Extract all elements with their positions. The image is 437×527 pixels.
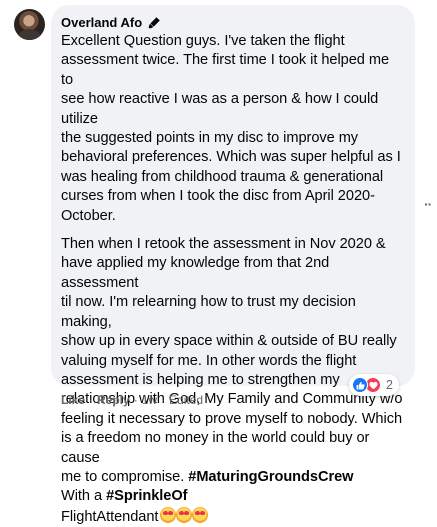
timestamp[interactable]: 1w bbox=[142, 393, 157, 407]
flight-attendant-text: FlightAttendant bbox=[61, 508, 159, 525]
author-name[interactable]: Overland Afo bbox=[61, 15, 142, 30]
separator: · bbox=[161, 393, 166, 407]
author-row: Overland Afo bbox=[61, 14, 403, 31]
with-text: With a bbox=[61, 488, 107, 505]
paragraph-2-text: Then when I retook the assessment in Nov… bbox=[61, 236, 403, 485]
comment-bubble: Overland Afo Excellent Question guys. I'… bbox=[51, 5, 415, 525]
edited-label: Edited bbox=[169, 393, 204, 407]
reply-button[interactable]: Reply bbox=[97, 393, 130, 407]
comment-paragraph-1: Excellent Question guys. I've taken the … bbox=[61, 33, 401, 224]
like-button[interactable]: Like bbox=[61, 393, 85, 407]
like-reaction-icon bbox=[352, 377, 369, 393]
comment-text: Excellent Question guys. I've taken the … bbox=[61, 32, 403, 527]
separator: · bbox=[89, 393, 94, 407]
smiling-face-with-hearts-emoji bbox=[176, 506, 193, 523]
paintbrush-icon bbox=[148, 16, 161, 29]
emoji-group bbox=[160, 506, 209, 523]
avatar[interactable] bbox=[14, 9, 45, 40]
avatar-figure bbox=[18, 29, 41, 40]
smiling-face-with-hearts-emoji bbox=[192, 506, 209, 523]
hashtag-sprinkle-of[interactable]: #SprinkleOf bbox=[106, 488, 187, 504]
separator: · bbox=[133, 393, 138, 407]
reaction-count: 2 bbox=[386, 378, 393, 392]
hashtag-maturing-grounds-crew[interactable]: #MaturingGroundsCrew bbox=[188, 469, 353, 485]
smiling-face-with-hearts-emoji bbox=[160, 506, 177, 523]
comment-actions: Like · Reply · 1w · Edited bbox=[61, 393, 203, 407]
reactions-summary[interactable]: 2 bbox=[349, 374, 399, 396]
more-options-icon[interactable]: ·· bbox=[424, 196, 432, 212]
